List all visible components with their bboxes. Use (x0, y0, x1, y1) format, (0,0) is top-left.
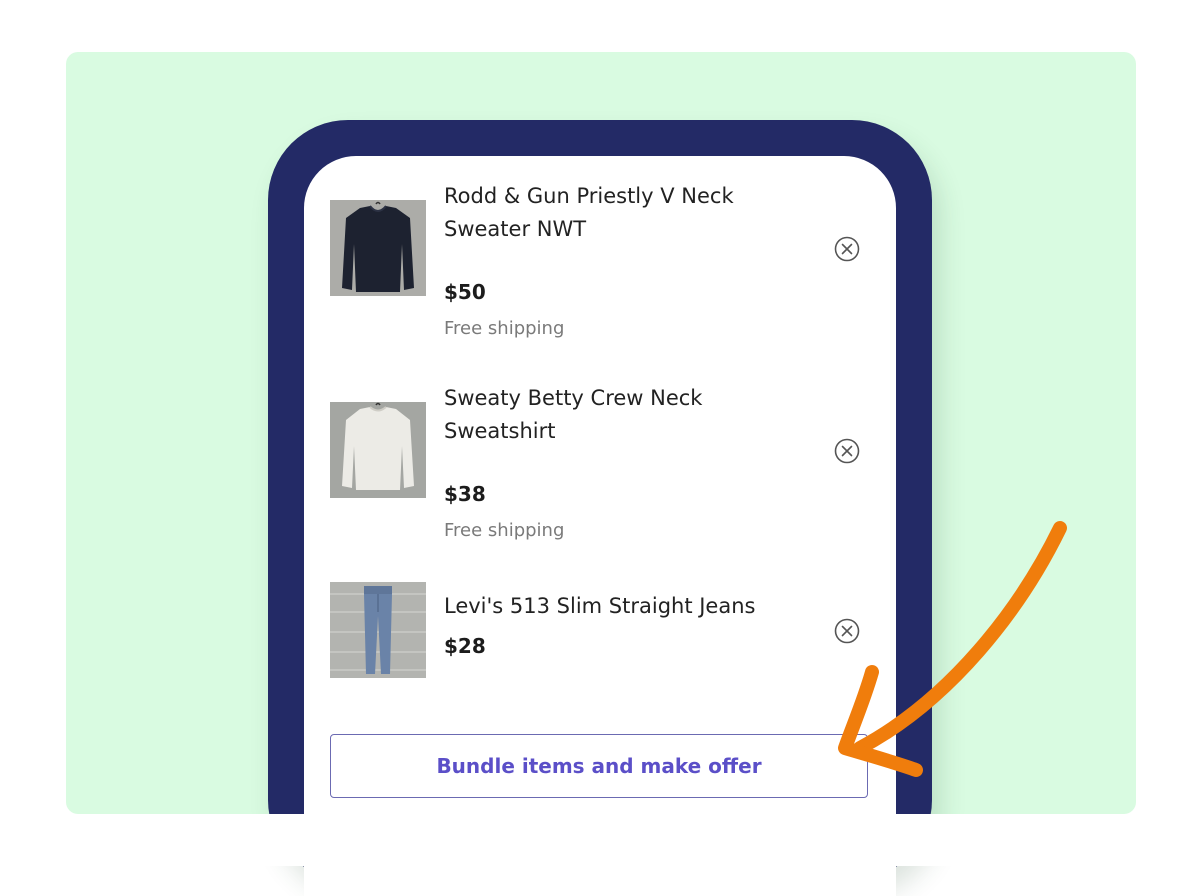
remove-item-button[interactable] (834, 438, 860, 464)
item-title[interactable]: Rodd & Gun Priestly V Neck Sweater NWT (444, 180, 784, 246)
white-sweatshirt-image (330, 402, 426, 498)
remove-item-button[interactable] (834, 236, 860, 262)
navy-sweater-image (330, 200, 426, 296)
item-shipping: Free shipping (444, 520, 565, 541)
cart-screen: Rodd & Gun Priestly V Neck Sweater NWT $… (304, 156, 896, 896)
remove-item-button[interactable] (834, 618, 860, 644)
item-price: $38 (444, 482, 486, 506)
cart-item: Rodd & Gun Priestly V Neck Sweater NWT $… (330, 180, 870, 339)
phone-frame: Rodd & Gun Priestly V Neck Sweater NWT $… (268, 120, 932, 896)
item-title[interactable]: Levi's 513 Slim Straight Jeans (444, 590, 784, 623)
bottom-margin (0, 814, 1200, 866)
item-thumbnail-navy-sweater[interactable] (330, 200, 426, 296)
cart-item: Levi's 513 Slim Straight Jeans $28 (330, 582, 870, 682)
circle-x-icon (834, 438, 860, 464)
bundle-items-button[interactable]: Bundle items and make offer (330, 734, 868, 798)
item-shipping: Free shipping (444, 318, 565, 339)
item-price: $50 (444, 280, 486, 304)
item-price: $28 (444, 634, 486, 658)
circle-x-icon (834, 236, 860, 262)
jeans-image (330, 582, 426, 678)
circle-x-icon (834, 618, 860, 644)
item-title[interactable]: Sweaty Betty Crew Neck Sweatshirt (444, 382, 784, 448)
item-thumbnail-jeans[interactable] (330, 582, 426, 678)
item-thumbnail-white-sweatshirt[interactable] (330, 402, 426, 498)
cart-item: Sweaty Betty Crew Neck Sweatshirt $38 Fr… (330, 382, 870, 541)
